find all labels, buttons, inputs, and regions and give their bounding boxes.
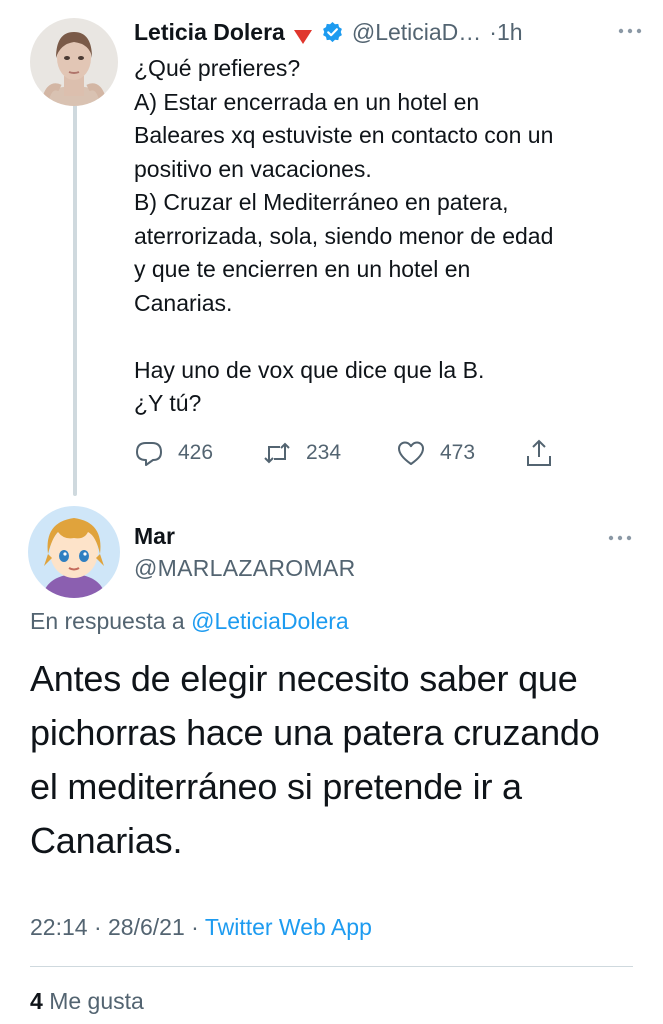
likes-label: Me gusta [49,988,144,1014]
tweet-line: A) Estar encerrada en un hotel en [134,88,480,115]
tweet-time: ·1h [489,19,522,46]
like-count: 473 [440,441,476,464]
tweet-actions: 426 234 473 [134,436,574,470]
reply-button[interactable]: 426 [134,438,213,468]
avatar[interactable] [30,18,118,106]
share-icon [527,439,551,466]
reply-bubble-icon [136,442,162,466]
author-name[interactable]: Leticia Dolera [134,19,285,46]
reply-line: el mediterráneo si pretende ir a [30,766,522,807]
reply-count: 426 [178,441,214,464]
author-handle[interactable]: @MARLAZAROMAR [134,552,634,584]
likes-count: 4 [30,988,43,1014]
tweet-source-link[interactable]: Twitter Web App [205,914,372,940]
reply-text: Antes de elegir necesito saber que picho… [30,652,640,868]
tweet-line: Hay uno de vox que dice que la B. [134,356,485,383]
meta-separator: · [191,914,199,940]
red-down-triangle-icon [293,24,313,44]
tweet-line: Baleares xq estuviste en contacto con un [134,122,554,148]
more-dots-icon[interactable] [616,20,644,42]
tweet-time: 22:14 [30,914,88,940]
divider [30,966,633,967]
tweet-line: aterrorizada, sola, siendo menor de edad [134,222,554,249]
time-value: 1h [496,18,523,45]
tweet-header: Leticia Dolera @LeticiaD… ·1h [134,16,644,48]
meta-separator: · [93,914,102,940]
verified-badge-icon [321,21,344,44]
share-button[interactable] [524,438,554,468]
reply-mention-link[interactable]: @LeticiaDolera [191,608,349,634]
author-name[interactable]: Mar [134,520,634,552]
reply-prefix: En respuesta a [30,608,185,634]
tweet-line: positivo en vacaciones. [134,155,372,182]
author-handle[interactable]: @LeticiaD… [352,19,481,46]
retweet-button[interactable]: 234 [262,438,341,468]
tweet-line: ¿Qué prefieres? [134,55,301,81]
replying-to: En respuesta a @LeticiaDolera [30,608,349,635]
tweet-line: y que te encierren en un hotel en [134,256,471,282]
reply-line: pichorras hace una patera cruzando [30,712,600,753]
tweet-line: ¿Y tú? [134,390,202,416]
reply-line: Canarias. [30,820,183,861]
reply-line: Antes de elegir necesito saber que [30,658,578,699]
thread-connector-line [73,92,77,496]
avatar[interactable] [28,506,120,598]
like-button[interactable]: 473 [396,438,475,468]
time-separator: · [489,18,497,45]
tweet-line: B) Cruzar el Mediterráneo en patera, [134,189,509,215]
tweet-text: ¿Qué prefieres? A) Estar encerrada en un… [134,52,634,421]
tweet-date: 28/6/21 [108,914,185,940]
reply-header: Mar @MARLAZAROMAR [134,520,634,584]
heart-icon [398,441,424,465]
retweet-count: 234 [306,441,342,464]
likes-summary[interactable]: 4 Me gusta [30,988,144,1015]
retweet-icon [264,442,290,464]
tweet-line: Canarias. [134,289,233,316]
tweet-meta: 22:14 · 28/6/21 · Twitter Web App [30,914,372,941]
more-dots-icon[interactable] [606,527,634,549]
